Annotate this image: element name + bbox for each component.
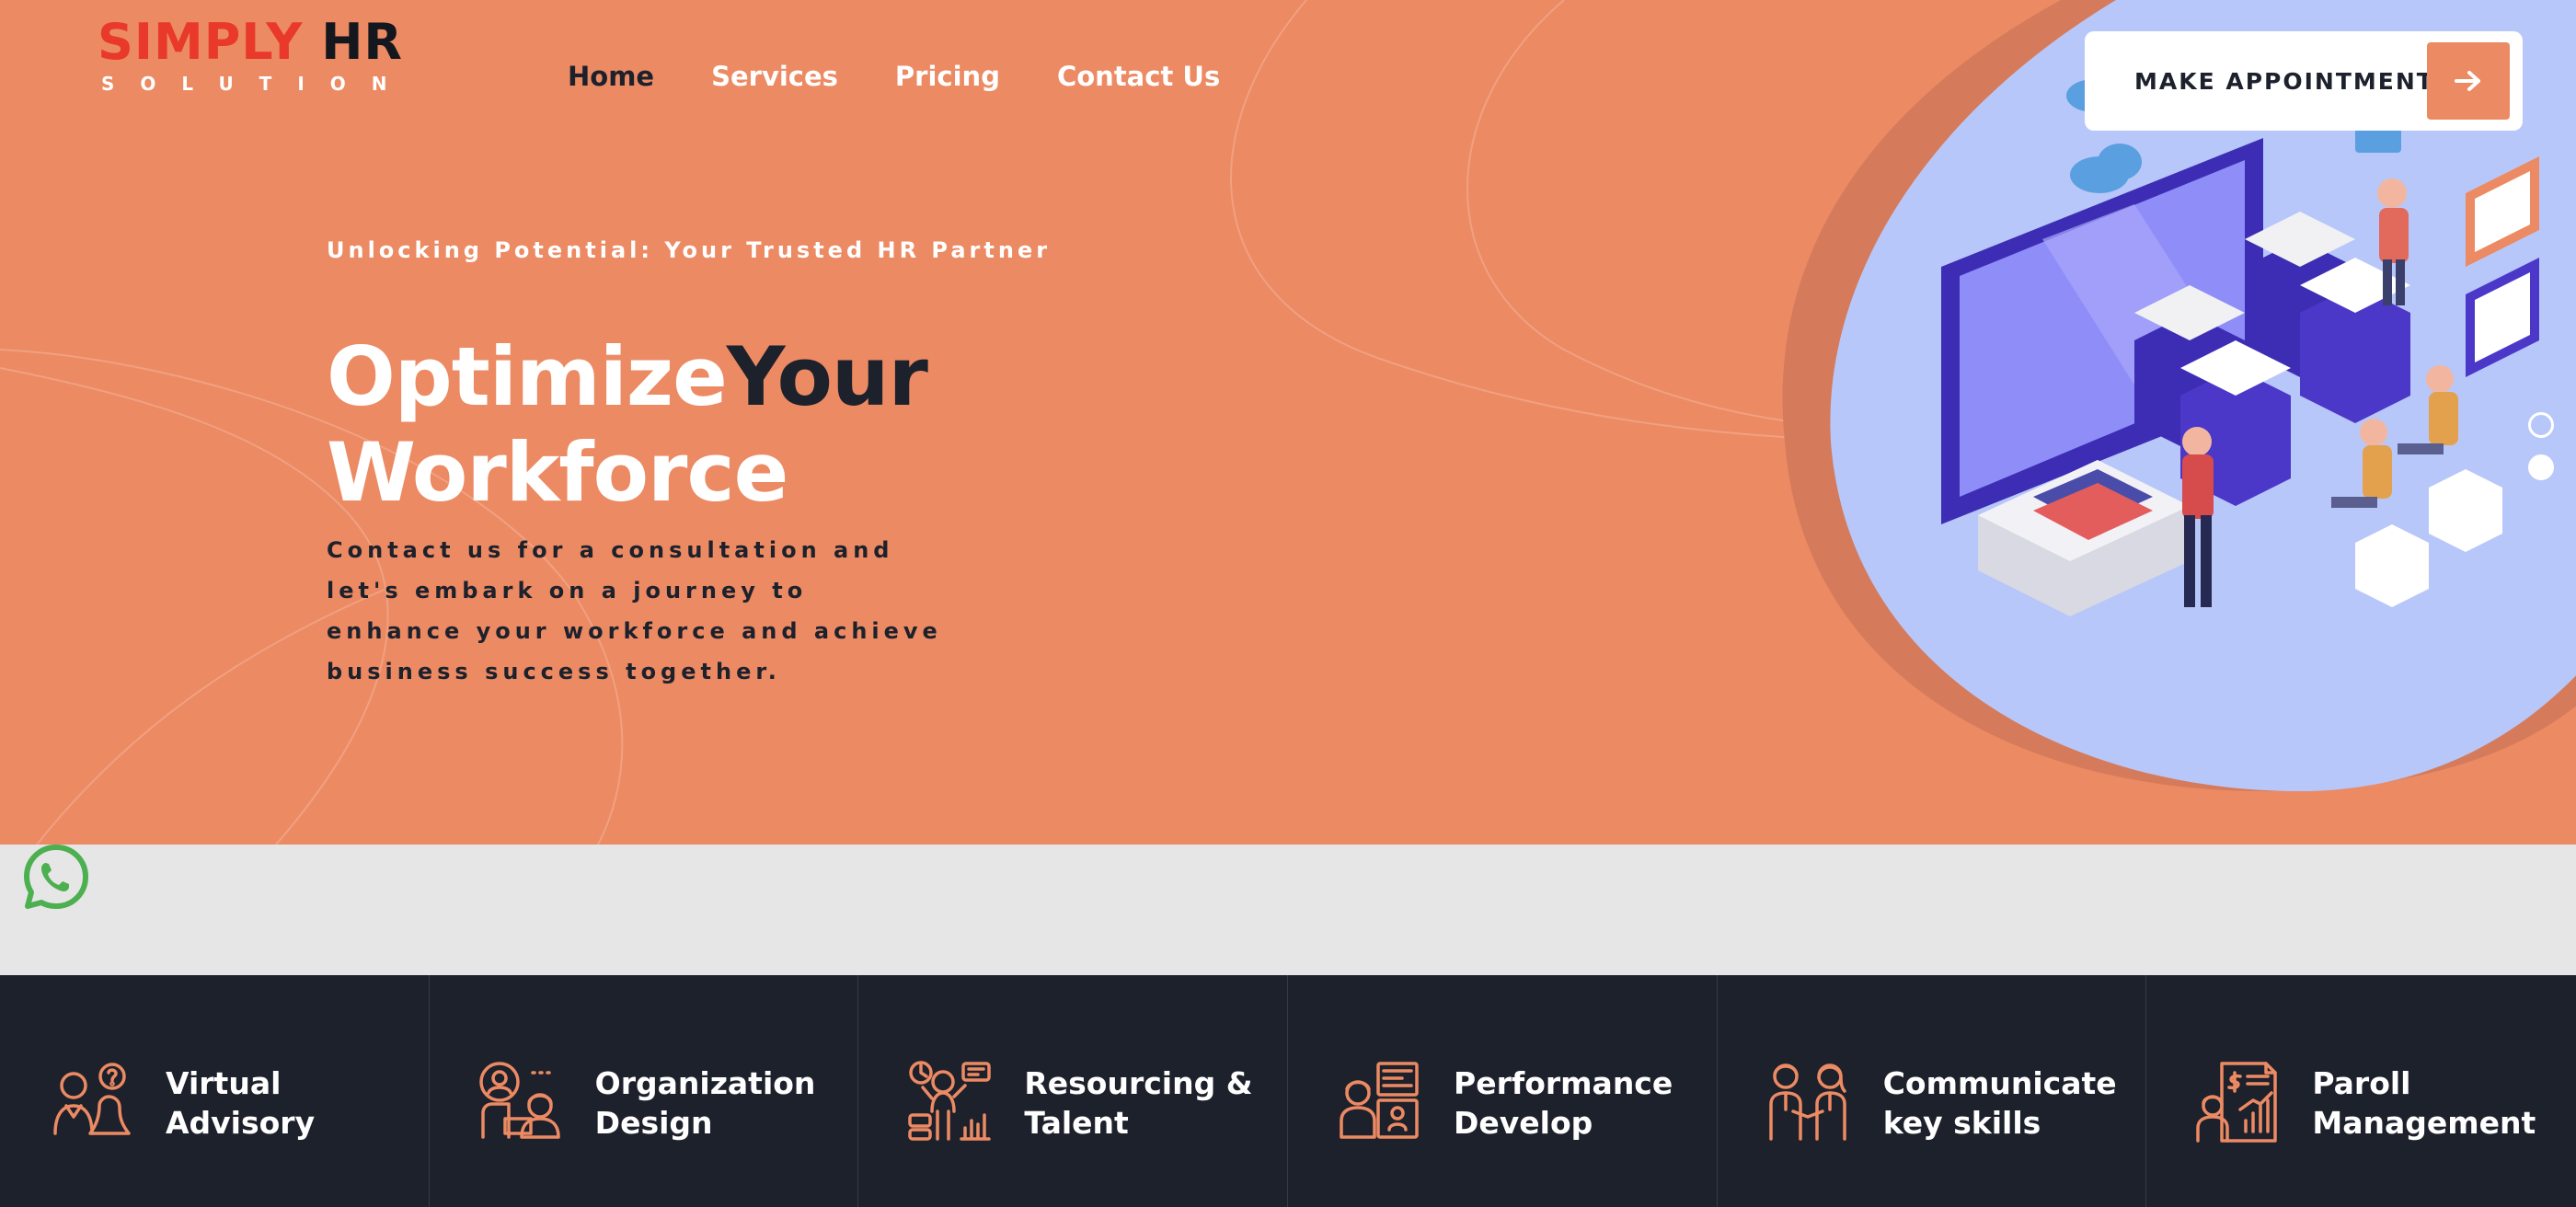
brand-name-part2: HR xyxy=(321,13,403,71)
make-appointment-button[interactable]: MAKE APPOINTMENT xyxy=(2085,31,2523,131)
nav-contact-us[interactable]: Contact Us xyxy=(1057,61,1220,92)
main-nav: Home Services Pricing Contact Us xyxy=(568,61,1220,92)
slider-dot-2[interactable] xyxy=(2528,454,2554,480)
hero-section: SIMPLY HR SOLUTION Home Services Pricing… xyxy=(0,0,2576,845)
whatsapp-icon[interactable] xyxy=(22,843,90,911)
service-label-line1: Communicate xyxy=(1882,1065,2117,1101)
service-label: Communicate key skills xyxy=(1883,1063,2150,1143)
payroll-icon xyxy=(2196,1062,2278,1143)
slider-dot-1[interactable] xyxy=(2528,412,2554,438)
slider-dots xyxy=(2528,412,2554,480)
service-label-line2: Talent xyxy=(1024,1105,1129,1141)
advisory-icon xyxy=(53,1063,131,1135)
service-label-line2: Design xyxy=(594,1105,713,1141)
service-performance-develop[interactable]: Performance Develop xyxy=(1288,975,1718,1207)
service-label: Virtual Advisory xyxy=(166,1063,432,1143)
service-label-line1: Organization xyxy=(594,1065,816,1101)
service-label-line1: Virtual xyxy=(166,1065,282,1101)
services-bar: Virtual Advisory Organization Design Res… xyxy=(0,975,2576,1207)
service-label: Paroll Management xyxy=(2312,1063,2576,1143)
brand-name: SIMPLY HR xyxy=(98,15,413,70)
service-label: Performance Develop xyxy=(1454,1063,1720,1143)
service-label: Organization Design xyxy=(595,1063,862,1143)
hero-tagline: Unlocking Potential: Your Trusted HR Par… xyxy=(327,237,1052,263)
nav-home[interactable]: Home xyxy=(568,61,654,92)
make-appointment-label: MAKE APPOINTMENT xyxy=(2134,67,2434,95)
arrow-right-icon xyxy=(2427,42,2510,120)
nav-services[interactable]: Services xyxy=(711,61,838,92)
service-organization-design[interactable]: Organization Design xyxy=(430,975,859,1207)
service-paroll-management[interactable]: Paroll Management xyxy=(2146,975,2576,1207)
service-communicate-key-skills[interactable]: Communicate key skills xyxy=(1718,975,2147,1207)
service-label-line1: Performance xyxy=(1454,1065,1673,1101)
communicate-icon xyxy=(1768,1063,1846,1141)
service-resourcing-talent[interactable]: Resourcing & Talent xyxy=(858,975,1291,1207)
nav-pricing[interactable]: Pricing xyxy=(895,61,1000,92)
service-label-line2: Management xyxy=(2312,1105,2536,1141)
content-strip xyxy=(0,845,2576,975)
service-label-line1: Paroll xyxy=(2312,1065,2411,1101)
brand-subtitle: SOLUTION xyxy=(101,73,413,95)
service-label-line2: Develop xyxy=(1454,1105,1593,1141)
brand-logo[interactable]: SIMPLY HR SOLUTION xyxy=(98,15,413,96)
hero-description: Contact us for a consultation and let's … xyxy=(327,537,942,684)
headline-word-your: Your xyxy=(726,329,928,424)
hero-headline: OptimizeYour Workforce xyxy=(327,329,928,521)
organization-icon xyxy=(478,1062,560,1139)
service-virtual-advisory[interactable]: Virtual Advisory xyxy=(0,975,430,1207)
brand-name-part1: SIMPLY xyxy=(98,13,304,71)
service-label-line1: Resourcing & xyxy=(1024,1065,1253,1101)
talent-icon xyxy=(908,1061,992,1141)
headline-word-workforce: Workforce xyxy=(327,425,788,520)
service-label-line2: Advisory xyxy=(166,1105,316,1141)
service-label-line2: key skills xyxy=(1882,1105,2041,1141)
headline-word-optimize: Optimize xyxy=(327,329,728,424)
performance-icon xyxy=(1340,1062,1419,1139)
service-label: Resourcing & Talent xyxy=(1024,1063,1291,1143)
